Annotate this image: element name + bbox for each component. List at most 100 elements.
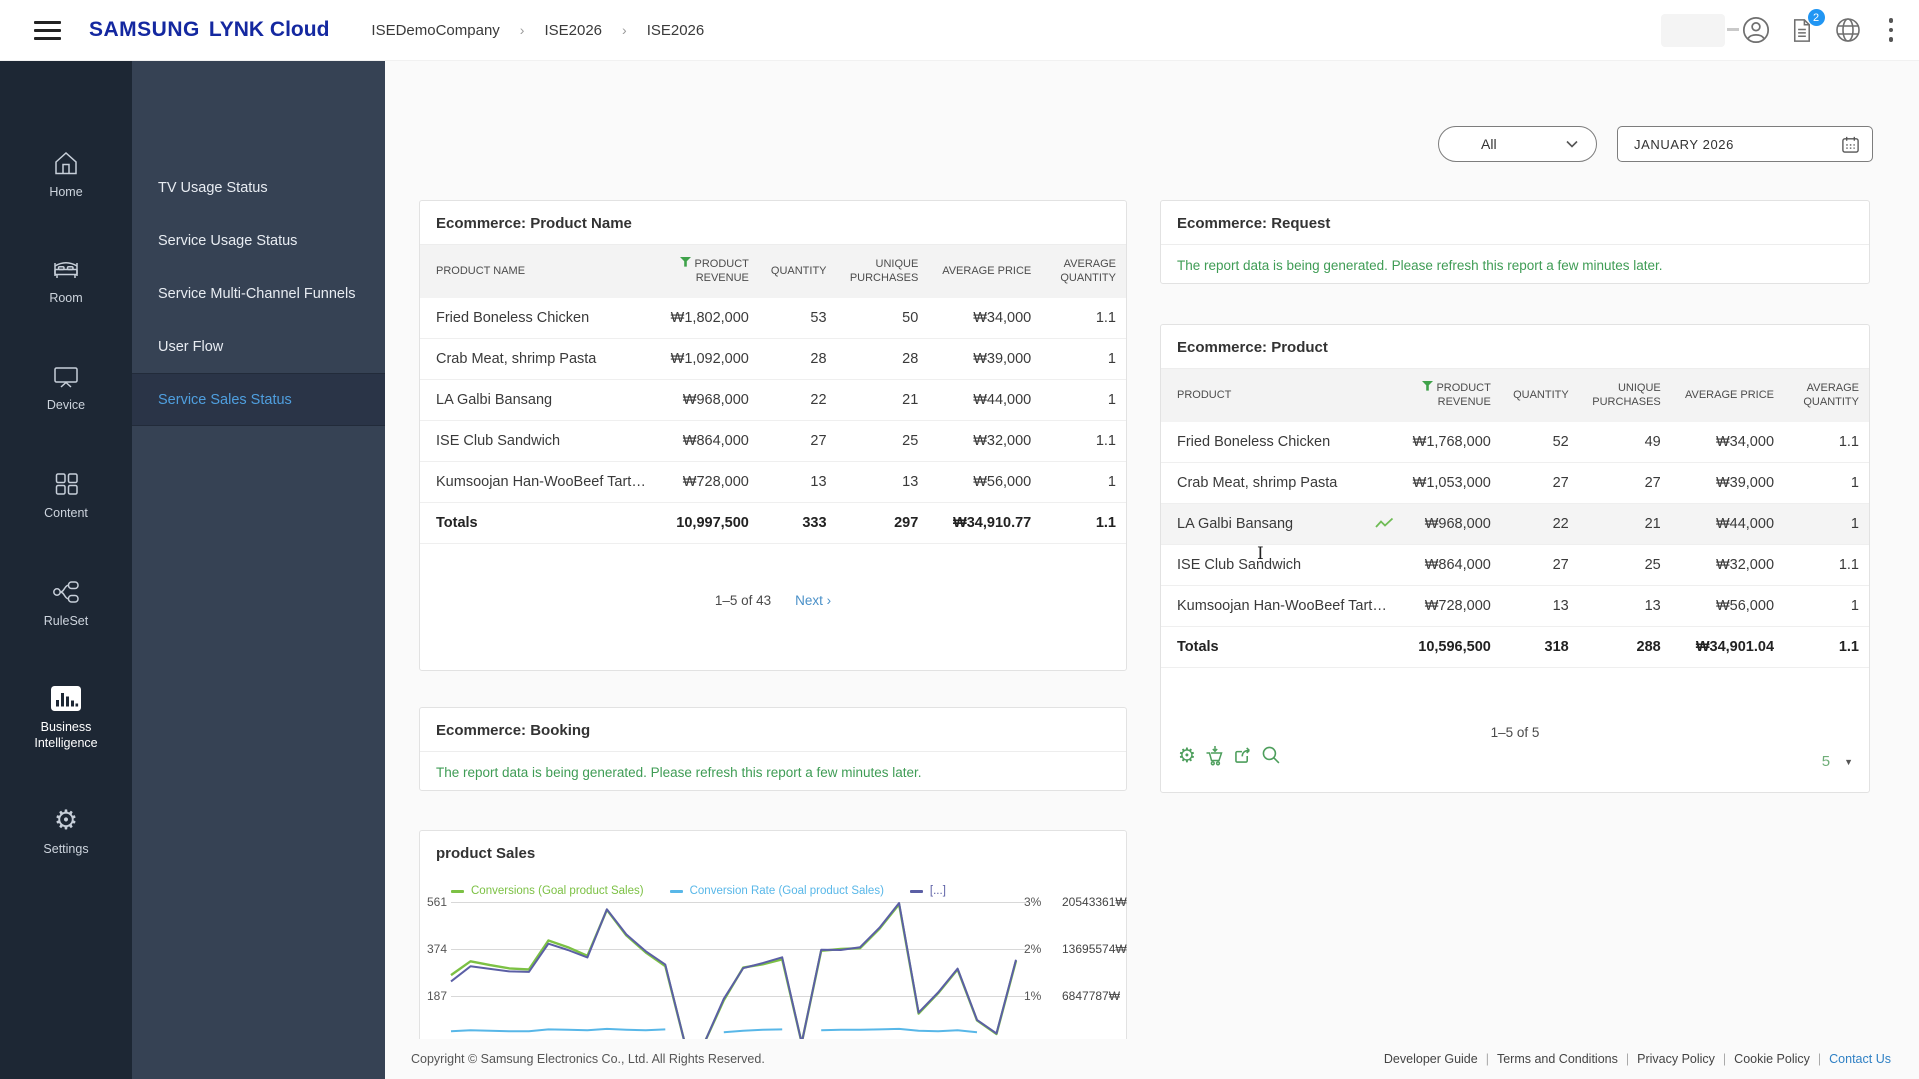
submenu-tv-usage-status[interactable]: TV Usage Status [132,161,385,214]
totals-row: Totals 10,596,500 318 288 ₩34,901.04 1.1 [1161,625,1869,668]
col-average-quantity[interactable]: AVERAGE QUANTITY [1784,369,1869,422]
next-page-link[interactable]: Next › [795,593,831,608]
totals-row: Totals 10,997,500 333 297 ₩34,910.77 1.1 [420,501,1126,544]
footer: Copyright © Samsung Electronics Co., Ltd… [385,1039,1919,1079]
col-average-quantity[interactable]: AVERAGE QUANTITY [1041,245,1126,298]
table-row[interactable]: ISE Club Sandwich ₩864,000 27 25 ₩32,000 1.1 [420,420,1126,462]
right-axis-tick: 2% 13695574₩ [1024,942,1127,956]
col-average-price[interactable]: AVERAGE PRICE [928,245,1042,298]
sidebar-item-home[interactable]: Home [49,149,83,201]
report-document-icon[interactable]: 2 [1787,9,1825,45]
breadcrumb-company[interactable]: ISEDemoCompany [371,22,499,39]
legend-conversion-rate[interactable]: Conversion Rate (Goal product Sales) [669,885,884,897]
col-product-name[interactable]: PRODUCT NAME [420,245,661,298]
y-axis-tick: 561 [426,895,447,909]
sidebar-item-content[interactable]: Content [44,470,88,522]
scope-filter-dropdown[interactable]: All [1438,126,1597,162]
more-options-icon[interactable] [1888,18,1893,42]
globe-language-icon[interactable] [1833,15,1863,45]
col-average-price[interactable]: AVERAGE PRICE [1670,369,1785,422]
app-logo[interactable]: SAMSUNG LYNK Cloud [89,18,329,42]
legend-goal-series[interactable]: [...] [909,885,946,897]
page-range: 1–5 of 5 [1490,725,1540,740]
bed-icon [54,261,78,278]
header-actions: 2 [1660,9,1893,47]
dropdown-arrow-icon: ▼ [1844,756,1853,767]
table-row[interactable]: Kumsoojan Han-WooBeef Tartar B... ₩728,00… [420,461,1126,503]
col-product-revenue[interactable]: PRODUCT REVENUE [660,245,759,298]
cart-icon[interactable] [1203,743,1227,767]
developer-guide-link[interactable]: Developer Guide [1384,1052,1478,1066]
search-icon[interactable] [1259,743,1283,767]
sales-line-chart [450,902,1018,1045]
chevron-right-icon: › [622,22,627,38]
right-axis-tick: 1% 6847787₩ [1024,989,1121,1003]
sidebar-item-device[interactable]: Device [47,362,85,414]
legend-swatch [451,889,464,893]
sort-filter-icon [680,257,692,271]
submenu-user-flow[interactable]: User Flow [132,320,385,373]
table-row[interactable]: Fried Boneless Chicken ₩1,768,000 52 49 ₩34,… [1161,421,1869,463]
submenu-service-sales-status[interactable]: Service Sales Status [132,373,385,426]
page: SAMSUNG LYNK Cloud ISEDemoCompany › ISE2… [0,0,1919,1079]
sort-filter-icon [1422,381,1434,395]
card-ecommerce-product: Ecommerce: Product PRODUCT PRODUCT REVEN… [1160,324,1870,793]
table-row[interactable]: Fried Boneless Chicken ₩1,802,000 53 50 ₩34,… [420,297,1126,339]
settings-icon[interactable]: ⚙ [1175,743,1199,767]
secondary-sidebar: TV Usage Status Service Usage Status Ser… [132,61,385,1079]
breadcrumb: ISEDemoCompany › ISE2026 › ISE2026 [371,22,704,39]
page-range: 1–5 of 43 [714,593,772,608]
terms-link[interactable]: Terms and Conditions [1497,1052,1618,1066]
page-size-select[interactable]: 5 ▼ [1822,753,1853,770]
card-action-icons: ⚙ [1175,743,1283,767]
table-row[interactable]: Crab Meat, shrimp Pasta ₩1,053,000 27 27 ₩39… [1161,462,1869,504]
sidebar-item-settings[interactable]: ⚙ Settings [43,807,88,858]
home-icon [55,151,77,175]
generating-message: The report data is being generated. Plea… [436,765,922,780]
chart-legend: Conversions (Goal product Sales) Convers… [451,885,946,897]
logo-samsung: SAMSUNG [89,18,200,41]
top-header: SAMSUNG LYNK Cloud ISEDemoCompany › ISE2… [0,0,1919,61]
legend-swatch [909,889,923,893]
table-row[interactable]: LA Galbi Bansang ₩968,000 22 21 ₩44,000 1 [420,379,1126,421]
search-box[interactable] [1660,13,1739,47]
trend-line-icon[interactable] [1375,517,1394,534]
pagination: 1–5 of 43 Next › [420,593,1126,608]
cookie-link[interactable]: Cookie Policy [1734,1052,1810,1066]
gear-icon: ⚙ [53,805,79,837]
sidebar-item-business-intelligence[interactable]: Business Intelligence [34,685,98,751]
submenu-service-usage-status[interactable]: Service Usage Status [132,214,385,267]
submenu-service-multi-channel-funnels[interactable]: Service Multi-Channel Funnels [132,267,385,320]
col-quantity[interactable]: QUANTITY [1500,369,1579,422]
generating-message: The report data is being generated. Plea… [1177,258,1663,273]
chevron-down-icon [1566,140,1578,148]
privacy-link[interactable]: Privacy Policy [1637,1052,1715,1066]
logo-lynk-cloud: LYNK Cloud [208,18,330,41]
sidebar-item-ruleset[interactable]: RuleSet [44,578,88,630]
ruleset-flow-icon [53,580,79,603]
contact-us-link[interactable]: Contact Us [1829,1052,1891,1066]
col-product-revenue[interactable]: PRODUCT REVENUE [1401,369,1501,422]
tv-monitor-icon [54,367,78,388]
table-row[interactable]: ISE Club Sandwich ₩864,000 27 25 ₩32,000 1.1 [1161,544,1869,586]
profile-icon[interactable] [1741,15,1771,45]
breadcrumb-page[interactable]: ISE2026 [647,22,705,39]
copyright-text: Copyright © Samsung Electronics Co., Ltd… [411,1052,765,1066]
hamburger-menu-icon[interactable] [34,16,61,45]
col-unique-purchases[interactable]: UNIQUE PURCHASES [1578,369,1671,422]
table-row[interactable]: Crab Meat, shrimp Pasta ₩1,092,000 28 28 ₩39… [420,338,1126,380]
export-icon[interactable] [1231,743,1255,767]
y-axis-tick: 187 [426,989,447,1003]
primary-sidebar: Home Room Device Content RuleSet Busines… [0,61,132,1079]
col-product[interactable]: PRODUCT [1161,369,1402,422]
table-row[interactable]: Kumsoojan Han-WooBeef Tartar B... ₩728,00… [1161,585,1869,627]
col-quantity[interactable]: QUANTITY [758,245,837,298]
card-ecommerce-product-name: Ecommerce: Product Name PRODUCT NAME PRO… [419,200,1127,671]
sidebar-item-room[interactable]: Room [49,257,83,307]
breadcrumb-site[interactable]: ISE2026 [544,22,602,39]
card-title: Ecommerce: Request [1161,201,1869,245]
col-unique-purchases[interactable]: UNIQUE PURCHASES [836,245,929,298]
legend-conversions[interactable]: Conversions (Goal product Sales) [451,885,644,897]
month-picker[interactable]: JANUARY 2026 [1617,126,1873,162]
table-row[interactable]: LA Galbi Bansang ₩968,000 22 21 ₩44,000 1 [1161,503,1869,545]
